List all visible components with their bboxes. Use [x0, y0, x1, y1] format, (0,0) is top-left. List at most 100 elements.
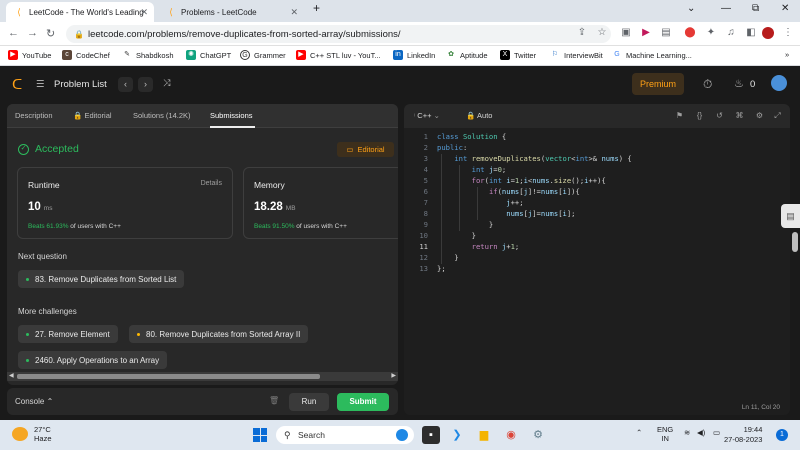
- back-arrow-icon[interactable]: ←: [8, 27, 19, 39]
- chrome-icon[interactable]: ◉: [502, 426, 520, 444]
- search-icon: ⚲: [284, 429, 291, 440]
- language-indicator[interactable]: ENG IN: [657, 425, 673, 443]
- restore-icon[interactable]: ⧉: [752, 3, 759, 14]
- more-bookmarks-icon[interactable]: »: [785, 50, 789, 59]
- shortcut-icon[interactable]: ⌘: [734, 110, 745, 121]
- challenge-chip[interactable]: 80. Remove Duplicates from Sorted Array …: [129, 325, 309, 343]
- bookmark-interviewbit[interactable]: ⚐ InterviewBit: [550, 50, 603, 60]
- bookmark-linkedin[interactable]: in LinkedIn: [393, 50, 435, 60]
- tab-description[interactable]: Description: [15, 111, 53, 120]
- bookmark-codechef[interactable]: c CodeChef: [62, 50, 110, 60]
- new-tab-button[interactable]: +: [313, 1, 320, 15]
- bookmark-icon[interactable]: ⚑: [674, 110, 685, 121]
- runtime-value: 10 ms: [28, 201, 53, 213]
- trash-icon[interactable]: 🗑: [269, 396, 279, 405]
- bookmark-star-icon[interactable]: ☆: [596, 27, 608, 39]
- fullscreen-icon[interactable]: ⤢: [772, 110, 783, 121]
- settings-gear-icon[interactable]: ⚙: [754, 110, 765, 121]
- notes-side-tab[interactable]: ▤: [781, 204, 800, 228]
- puzzle-icon[interactable]: ✦: [705, 27, 717, 39]
- browser-tab-leetcode[interactable]: ⟨ LeetCode - The World's Leading ✕: [6, 2, 154, 22]
- code-line: 11 return j+1;: [419, 242, 520, 251]
- weather-widget[interactable]: 27°C Haze: [12, 425, 52, 443]
- tab-search-chevron-icon[interactable]: ⌄: [687, 3, 695, 14]
- extension-icon[interactable]: ⬤: [684, 27, 696, 39]
- clock[interactable]: 19:44 27-08-2023: [724, 425, 762, 445]
- close-icon[interactable]: ✕: [290, 7, 298, 18]
- run-button[interactable]: Run: [289, 393, 329, 411]
- close-window-icon[interactable]: ✕: [781, 3, 789, 14]
- check-circle-icon: ✓: [18, 143, 29, 155]
- next-problem-button[interactable]: ›: [138, 77, 153, 92]
- code-editor: ᶦ C++ ⌄ 🔒 Auto ⚑ {} ↺ ⌘ ⚙ ⤢ 1 class Solut…: [404, 104, 790, 415]
- bookmark-cpp-stl[interactable]: ▶ C++ STL luv - YouT...: [296, 50, 381, 60]
- minimize-icon[interactable]: —: [721, 3, 731, 14]
- url-input[interactable]: 🔒 leetcode.com/problems/remove-duplicate…: [66, 25, 611, 43]
- taskbar-search[interactable]: ⚲ Search: [276, 426, 414, 444]
- bookmark-aptitude[interactable]: ✿ Aptitude: [446, 50, 488, 60]
- browser-tab-problems[interactable]: ⟨ Problems - LeetCode ✕: [158, 2, 304, 22]
- file-explorer-icon[interactable]: ▆: [475, 426, 493, 444]
- challenge-chip[interactable]: 27. Remove Element: [18, 325, 118, 343]
- bookmark-youtube[interactable]: ▶ YouTube: [8, 50, 51, 60]
- bookmark-shabdkosh[interactable]: ✎ Shabdkosh: [122, 50, 174, 60]
- braces-icon[interactable]: {}: [694, 110, 705, 121]
- scroll-right-icon[interactable]: ▶: [391, 372, 396, 379]
- next-question-chip[interactable]: 83. Remove Duplicates from Sorted List: [18, 270, 185, 288]
- menu-dots-icon[interactable]: ⋮: [782, 27, 794, 39]
- windows-start-icon[interactable]: [253, 428, 267, 442]
- extension-red-icon[interactable]: ▶: [640, 27, 652, 39]
- bookmark-twitter[interactable]: X Twitter: [500, 50, 536, 60]
- media-icon[interactable]: ♫: [725, 27, 737, 39]
- challenge-chip[interactable]: 2460. Apply Operations to an Array: [18, 351, 168, 369]
- leetcode-logo-icon[interactable]: ᑕ: [12, 76, 22, 93]
- details-link[interactable]: Details: [201, 180, 222, 187]
- scroll-left-icon[interactable]: ◀: [9, 372, 14, 379]
- bookmark-chatgpt[interactable]: ✺ ChatGPT: [186, 50, 231, 60]
- code-line: 3 int removeDuplicates(vector<int>& nums…: [423, 154, 632, 163]
- task-view-icon[interactable]: ▪: [422, 426, 440, 444]
- settings-gear-icon[interactable]: ⚙: [529, 426, 547, 444]
- tab-submissions[interactable]: Submissions: [210, 111, 253, 120]
- page-scrollbar[interactable]: [792, 232, 798, 252]
- bookmark-grammer[interactable]: G Grammer: [240, 50, 286, 60]
- prev-problem-button[interactable]: ‹: [118, 77, 133, 92]
- lock-icon: 🔒: [74, 29, 84, 39]
- submit-button[interactable]: Submit: [337, 393, 389, 411]
- tab-solutions[interactable]: Solutions (14.2K): [133, 111, 191, 120]
- battery-icon[interactable]: ▭: [713, 428, 720, 437]
- console-toggle[interactable]: Console ⌃: [15, 397, 53, 406]
- tab-editorial[interactable]: 🔒 Editorial: [73, 111, 112, 120]
- avatar[interactable]: [771, 75, 787, 91]
- close-icon[interactable]: ✕: [140, 7, 148, 18]
- memory-card[interactable]: Memory 18.28 MB Beats 91.50% of users wit…: [243, 167, 398, 239]
- profile-avatar[interactable]: [762, 27, 774, 39]
- forward-arrow-icon[interactable]: →: [27, 27, 38, 39]
- language-select[interactable]: ᶦ C++ ⌄: [414, 111, 440, 120]
- premium-button[interactable]: Premium: [632, 73, 684, 95]
- vscode-icon[interactable]: ❯: [448, 426, 466, 444]
- browser-tab-strip: ⟨ LeetCode - The World's Leading ✕ ⟨ Pro…: [0, 0, 800, 22]
- sidebar-icon[interactable]: ◧: [745, 27, 757, 39]
- wifi-icon[interactable]: ≋: [684, 428, 690, 437]
- youtube-icon: ▶: [296, 50, 306, 60]
- shuffle-icon[interactable]: ⤨: [163, 78, 171, 89]
- notification-badge[interactable]: 1: [776, 429, 788, 441]
- problem-list-link[interactable]: Problem List: [54, 79, 107, 90]
- reset-icon[interactable]: ↺: [714, 110, 725, 121]
- extension-icon[interactable]: ▤: [660, 27, 672, 39]
- leetcode-navbar: ᑕ ☰ Problem List ‹ › ⤨ Premium ⏱ ♨ 0: [0, 66, 800, 104]
- horizontal-scrollbar[interactable]: ◀ ▶: [7, 372, 398, 381]
- auto-mode[interactable]: 🔒 Auto: [466, 111, 492, 120]
- reload-icon[interactable]: ↻: [46, 27, 55, 40]
- chevron-up-icon[interactable]: ⌃: [636, 428, 642, 437]
- bookmark-machine-learning[interactable]: G Machine Learning...: [612, 50, 692, 60]
- editorial-button[interactable]: ▭ Editorial: [337, 142, 394, 157]
- share-icon[interactable]: ⇪: [576, 27, 588, 39]
- volume-icon[interactable]: ◀): [697, 428, 705, 437]
- streak-flame-icon[interactable]: ♨: [734, 77, 744, 90]
- runtime-card[interactable]: Runtime Details 10 ms Beats 61.93% of use…: [17, 167, 233, 239]
- timer-icon[interactable]: ⏱: [703, 77, 712, 92]
- extension-icon[interactable]: ▣: [620, 27, 632, 39]
- scrollbar-thumb[interactable]: [17, 374, 320, 379]
